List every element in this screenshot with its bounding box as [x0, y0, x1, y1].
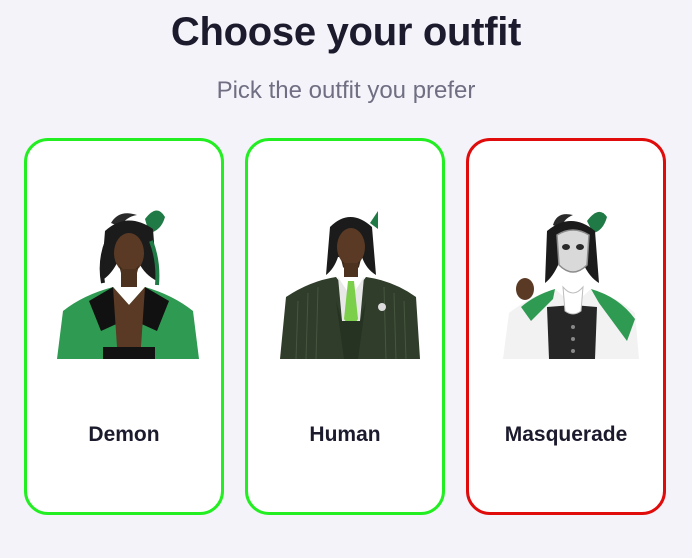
outfit-selection-screen: Choose your outfit Pick the outfit you p…	[0, 0, 692, 558]
outfit-card-masquerade[interactable]: Masquerade	[466, 138, 666, 515]
human-suit-portrait	[274, 201, 422, 359]
human-suit-illustration	[280, 211, 420, 359]
page-subtitle: Pick the outfit you prefer	[216, 77, 476, 104]
outfit-card-demon[interactable]: Demon	[24, 138, 224, 515]
outfit-card-human[interactable]: Human	[245, 138, 445, 515]
demon-outfit-illustration	[57, 210, 199, 359]
outfit-label-human: Human	[309, 423, 381, 446]
outfit-label-demon: Demon	[88, 423, 160, 446]
demon-outfit-portrait	[53, 201, 201, 359]
masquerade-mask-portrait	[495, 201, 643, 359]
page-title: Choose your outfit	[170, 10, 522, 54]
outfit-label-masquerade: Masquerade	[504, 423, 628, 446]
masquerade-illustration	[503, 211, 639, 359]
